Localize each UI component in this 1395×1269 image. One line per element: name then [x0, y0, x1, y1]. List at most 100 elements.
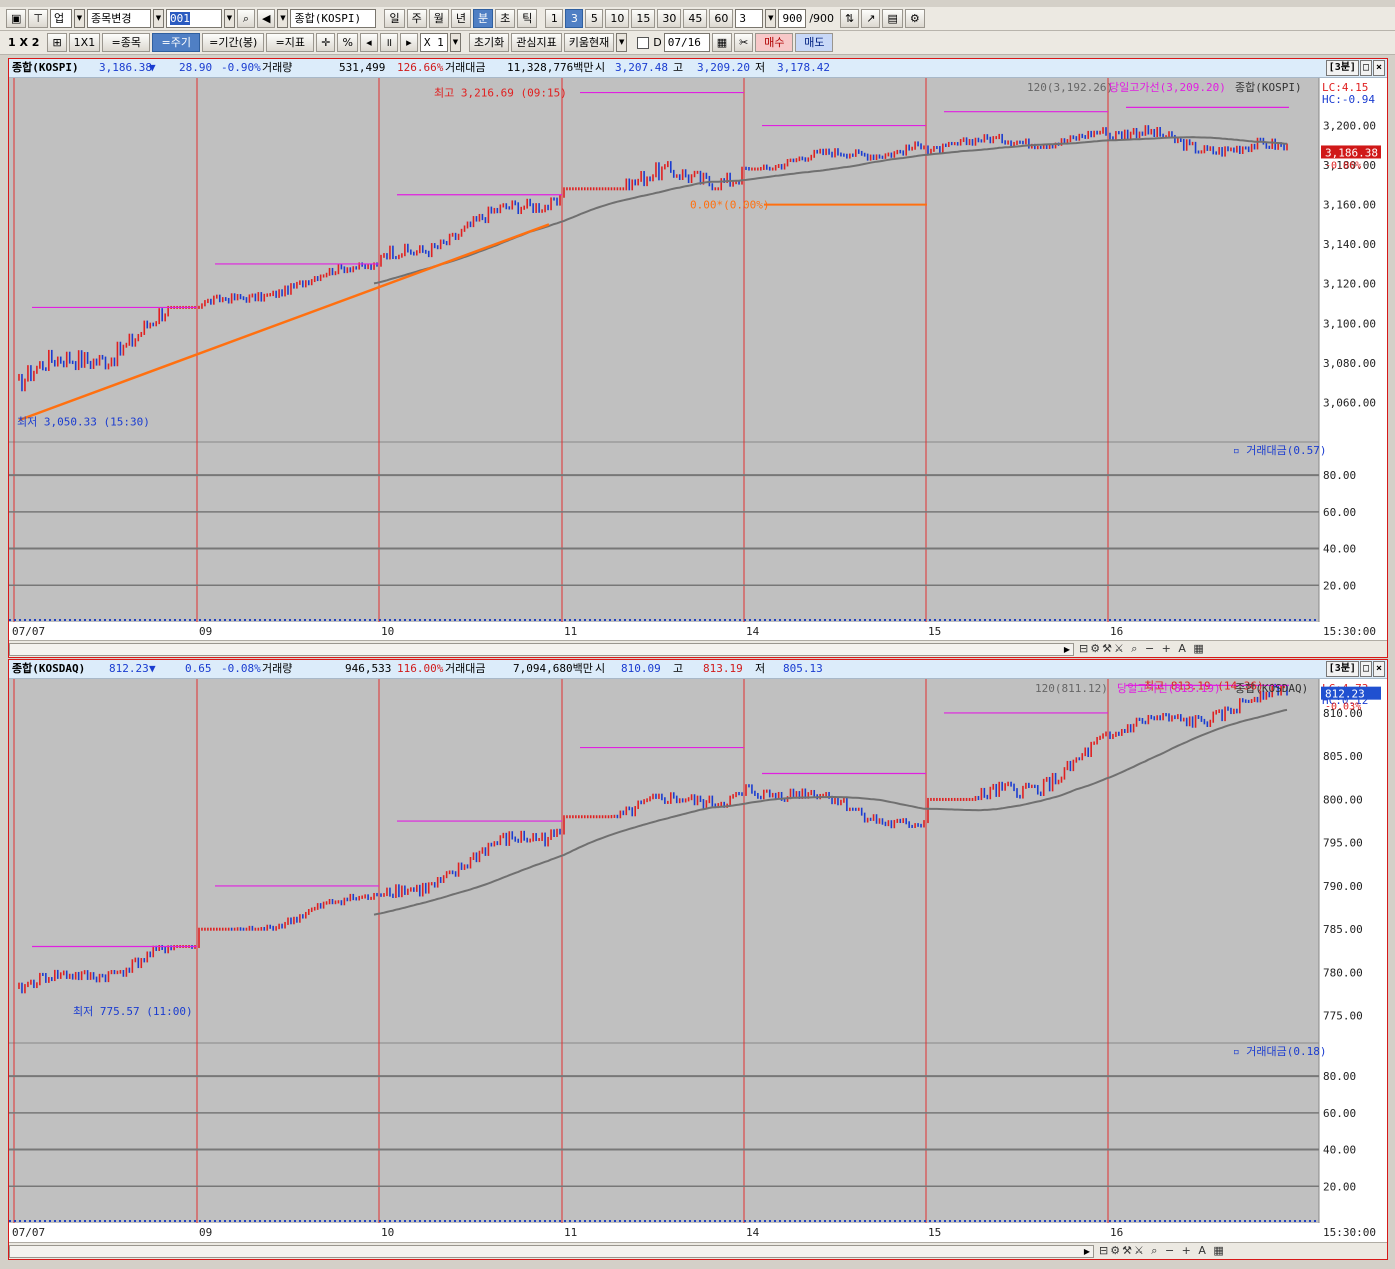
- market-select[interactable]: 업: [50, 9, 72, 28]
- scroll-right-icon[interactable]: ▶: [1061, 644, 1073, 655]
- period-second[interactable]: 초: [495, 9, 516, 28]
- low-value: 3,178.42: [777, 61, 830, 74]
- count-input[interactable]: 900: [778, 9, 807, 28]
- search-icon[interactable]: ⌕: [237, 9, 255, 28]
- stock-change-select[interactable]: 종목변경: [87, 9, 151, 28]
- crosshair-icon[interactable]: ✛: [316, 33, 336, 52]
- maximize-icon[interactable]: □: [1359, 60, 1372, 76]
- kosdaq-footer: ▶ ⊟⚙⚒⚔ ⌕ − + A ▦: [9, 1242, 1387, 1259]
- candle-settings-icon[interactable]: ⇅: [840, 9, 860, 28]
- price-tag-pct: -0.06%: [1325, 160, 1361, 171]
- grid-icon[interactable]: ⊞: [47, 33, 67, 52]
- interval-badge[interactable]: [3분]: [1325, 60, 1359, 76]
- period-year[interactable]: 년: [450, 9, 471, 28]
- close-icon[interactable]: ×: [1372, 661, 1385, 677]
- x-tick-label: 07/07: [12, 625, 45, 638]
- speaker-dropdown-icon[interactable]: ▼: [277, 9, 289, 28]
- period-tick[interactable]: 틱: [517, 9, 538, 28]
- y-tick-label: 795.00: [1323, 837, 1363, 850]
- gear-icon[interactable]: ⚙: [904, 9, 925, 28]
- pause-icon[interactable]: ॥: [379, 33, 398, 52]
- indicator-sync-button[interactable]: =지표: [266, 33, 315, 52]
- x-tick-label: 09: [199, 1226, 212, 1239]
- market-dropdown-icon[interactable]: ▼: [74, 9, 85, 28]
- stock-change-dropdown-icon[interactable]: ▼: [153, 9, 164, 28]
- period-month[interactable]: 월: [428, 9, 449, 28]
- volume-tick-label: 40.00: [1323, 543, 1356, 556]
- interval-dropdown-icon[interactable]: ▼: [765, 9, 777, 28]
- buy-button[interactable]: 매수: [755, 33, 794, 52]
- minute-30[interactable]: 30: [657, 9, 682, 28]
- kiwoom-dropdown-icon[interactable]: ▼: [616, 33, 628, 52]
- prev-icon[interactable]: ◂: [359, 33, 378, 52]
- kospi-chart-svg[interactable]: 3,200.003,180.003,160.003,140.003,120.00…: [9, 78, 1387, 642]
- minute-45[interactable]: 45: [683, 9, 708, 28]
- minute-3[interactable]: 3: [565, 9, 584, 28]
- amount-value: 11,328,776백만: [507, 61, 594, 74]
- kosdaq-scrollbar[interactable]: ▶: [9, 1245, 1094, 1258]
- multiplier-dropdown-icon[interactable]: ▼: [449, 33, 461, 52]
- price-change: 0.65: [185, 662, 212, 675]
- time-label: 15:30:00: [1323, 1226, 1376, 1239]
- maximize-icon[interactable]: □: [1359, 661, 1372, 677]
- period-sync-button[interactable]: =주기: [152, 33, 201, 52]
- close-icon[interactable]: ×: [1372, 60, 1385, 76]
- index-name-field[interactable]: 종합(KOSPI): [290, 9, 377, 28]
- save-icon[interactable]: ▤: [882, 9, 903, 28]
- kospi-scrollbar[interactable]: ▶: [9, 643, 1074, 656]
- x-tick-label: 15: [928, 625, 941, 638]
- grid-label[interactable]: 1 X 2: [6, 36, 45, 49]
- period-week[interactable]: 주: [406, 9, 427, 28]
- y-tick-label: 780.00: [1323, 966, 1363, 979]
- interval-input[interactable]: 3: [735, 9, 764, 28]
- high-label: 고: [673, 61, 684, 74]
- minute-10[interactable]: 10: [605, 9, 630, 28]
- down-arrow-icon: ▼: [149, 61, 156, 74]
- x-tick-label: 16: [1110, 1226, 1123, 1239]
- reset-button[interactable]: 초기화: [468, 33, 510, 52]
- kospi-chart-area[interactable]: 3,200.00 3,180.00 3,160.00 3,140.00 3,120.00…: [9, 78, 1387, 644]
- minute-5[interactable]: 5: [585, 9, 604, 28]
- code-dropdown-icon[interactable]: ▼: [224, 9, 235, 28]
- layout-button[interactable]: 1X1: [68, 33, 101, 52]
- minute-15[interactable]: 15: [631, 9, 656, 28]
- price-tag-pct: -0.03%: [1325, 702, 1361, 713]
- zoom-tools[interactable]: ⊟⚙⚒⚔ ⌕ − + A ▦: [1079, 642, 1206, 656]
- scissors-icon[interactable]: ✂: [734, 33, 754, 52]
- period-minute[interactable]: 분: [472, 9, 494, 28]
- percent-icon[interactable]: %: [337, 33, 358, 52]
- x-tick-label: 10: [381, 1226, 394, 1239]
- date-input[interactable]: 07/16: [663, 33, 710, 52]
- calendar-icon[interactable]: ▦: [711, 33, 733, 52]
- kosdaq-chart-area[interactable]: 810.00 805.00 800.00 795.00 790.00 785.00 780.…: [9, 679, 1387, 1246]
- y-tick-label: 785.00: [1323, 923, 1363, 936]
- interval-badge[interactable]: [3분]: [1325, 661, 1359, 677]
- y-tick-label: 800.00: [1323, 793, 1363, 806]
- y-tick-label: 3,140.00: [1323, 238, 1376, 251]
- code-input[interactable]: 001: [166, 9, 222, 28]
- kosdaq-chart-svg[interactable]: 810.00805.00800.00795.00790.00785.00780.…: [9, 679, 1387, 1243]
- high-value: 813.19: [703, 662, 743, 675]
- kiwoom-current-button[interactable]: 키움현재: [563, 33, 615, 52]
- range-sync-button[interactable]: =기간(봉): [202, 33, 265, 52]
- minute-1[interactable]: 1: [545, 9, 564, 28]
- volume-tick-label: 60.00: [1323, 1107, 1356, 1120]
- date-checkbox[interactable]: [637, 36, 650, 49]
- y-tick-label: 775.00: [1323, 1010, 1363, 1023]
- price-tag: 812.23: [1325, 688, 1365, 701]
- interest-indicator-button[interactable]: 관심지표: [511, 33, 562, 52]
- speaker-icon[interactable]: ◀: [257, 9, 276, 28]
- stock-sync-button[interactable]: =종목: [102, 33, 151, 52]
- pin-icon[interactable]: ⊤: [28, 9, 48, 28]
- sell-button[interactable]: 매도: [795, 33, 834, 52]
- window-icon[interactable]: ▣: [6, 9, 27, 28]
- line-tool-icon[interactable]: ↗: [861, 9, 881, 28]
- y-tick-label: 3,200.00: [1323, 120, 1376, 133]
- volume-tick-label: 20.00: [1323, 579, 1356, 592]
- minute-60[interactable]: 60: [709, 9, 734, 28]
- multiplier-select[interactable]: X 1: [419, 33, 448, 52]
- scroll-right-icon[interactable]: ▶: [1081, 1246, 1093, 1257]
- period-day[interactable]: 일: [384, 9, 405, 28]
- next-icon[interactable]: ▸: [399, 33, 418, 52]
- zoom-tools[interactable]: ⊟⚙⚒⚔ ⌕ − + A ▦: [1099, 1244, 1226, 1258]
